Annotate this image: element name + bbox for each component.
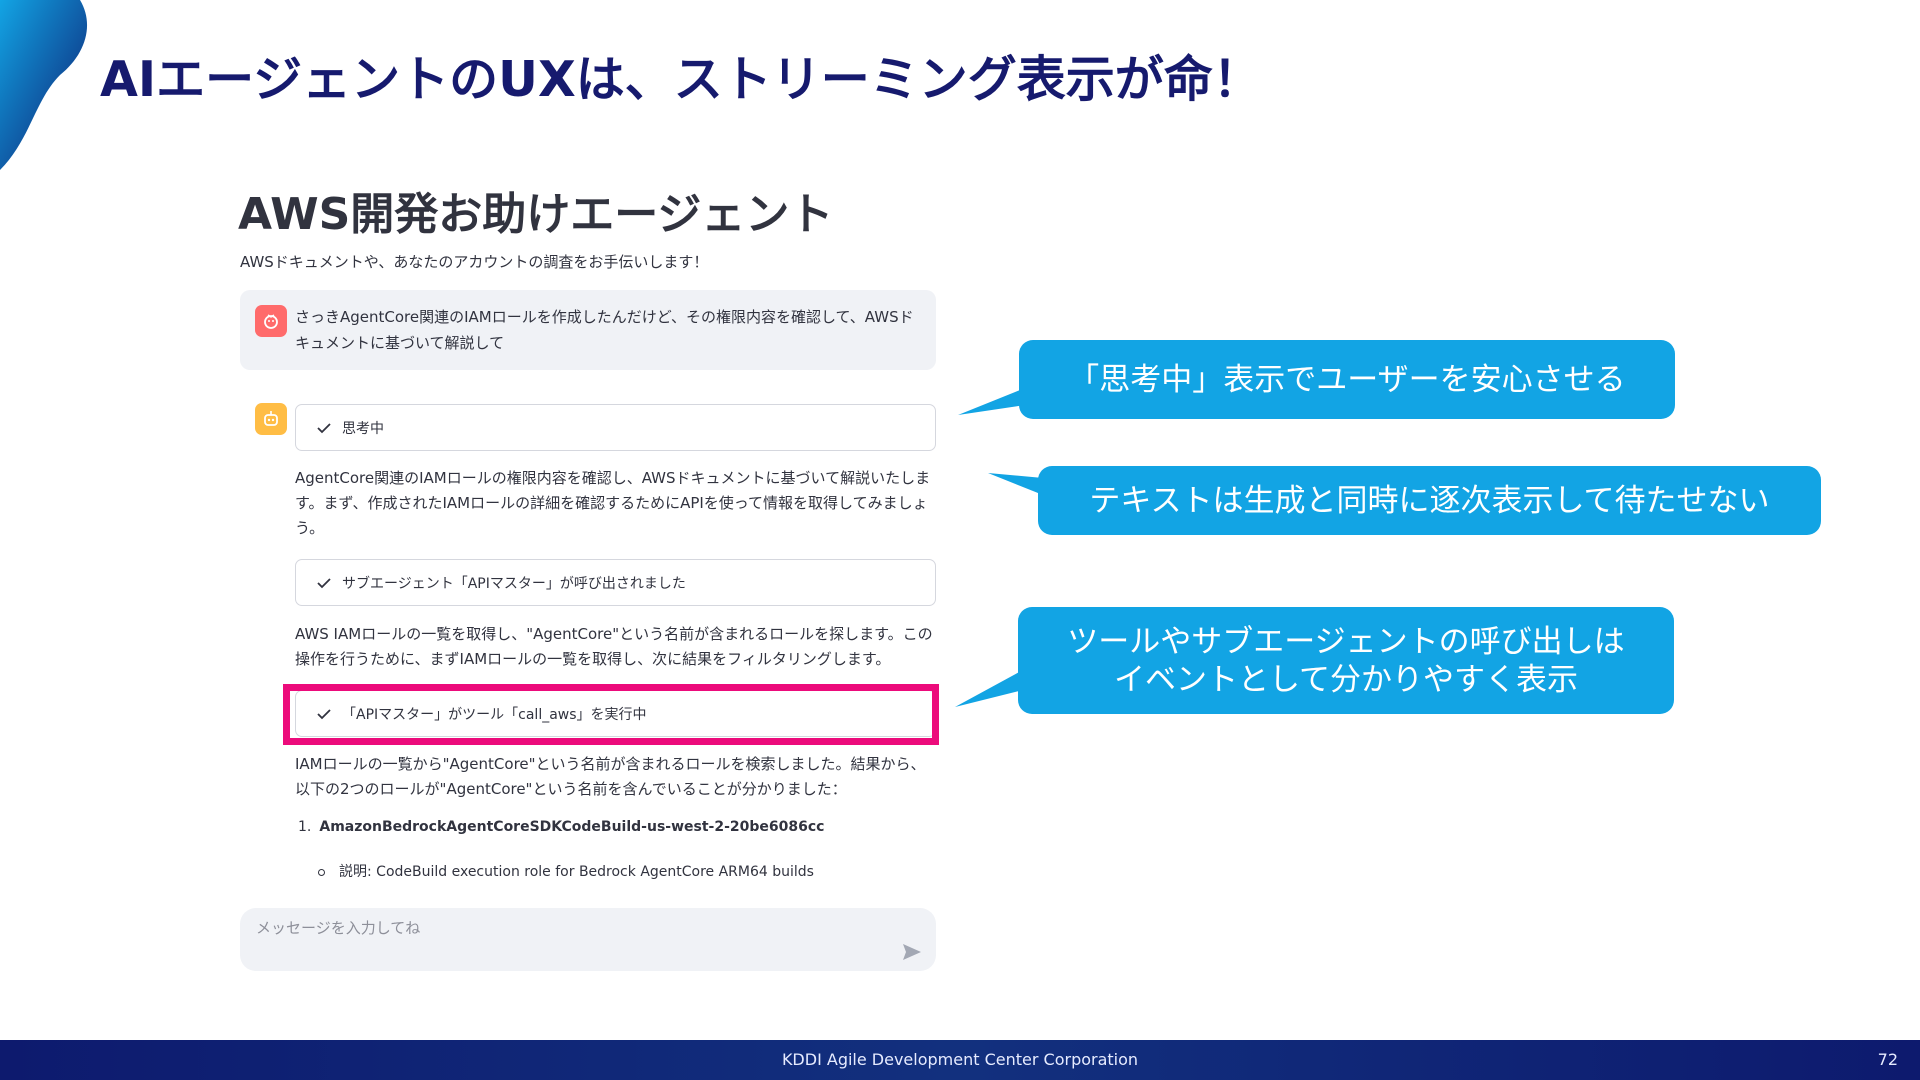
assistant-response-text: IAMロールの一覧から"AgentCore"という名前が含まれるロールを検索しま… xyxy=(295,755,926,798)
status-subagent[interactable]: サブエージェント「APIマスター」が呼び出されました xyxy=(295,559,936,606)
user-avatar-icon xyxy=(255,305,287,337)
callout-streaming: テキストは生成と同時に逐次表示して待たせない xyxy=(1038,466,1821,535)
app-title: AWS開発お助けエージェント xyxy=(238,189,834,240)
slide-title: AIエージェントのUXは、ストリーミング表示が命！ xyxy=(100,51,1262,108)
chat-input-placeholder: メッセージを入力してね xyxy=(256,919,421,937)
chat-input[interactable]: メッセージを入力してね xyxy=(240,908,936,971)
list-item: 1. AmazonBedrockAgentCoreSDKCodeBuild-us-… xyxy=(298,819,824,835)
callout-thinking-text: 「思考中」表示でユーザーを安心させる xyxy=(1068,361,1626,398)
user-message: さっきAgentCore関連のIAMロールを作成したんだけど、その権限内容を確認… xyxy=(240,290,936,370)
status-label: 思考中 xyxy=(342,420,384,437)
bullet-icon xyxy=(318,868,325,876)
callout-tools-line2: イベントとして分かりやすく表示 xyxy=(1113,661,1579,698)
send-icon[interactable] xyxy=(902,943,922,961)
callout-thinking: 「思考中」表示でユーザーを安心させる xyxy=(1019,340,1675,419)
list-number: 1. xyxy=(298,819,312,835)
footer-bar: KDDI Agile Development Center Corporatio… xyxy=(0,1040,1920,1080)
list-sub-item: 説明: CodeBuild execution role for Bedrock… xyxy=(318,861,814,881)
callout-streaming-text: テキストは生成と同時に逐次表示して待たせない xyxy=(1089,482,1770,519)
list-item-text: AmazonBedrockAgentCoreSDKCodeBuild-us-we… xyxy=(319,819,825,835)
corner-decoration xyxy=(0,0,88,170)
list-sub-item-text: 説明: CodeBuild execution role for Bedrock… xyxy=(339,864,814,880)
footer-company: KDDI Agile Development Center Corporatio… xyxy=(781,1050,1139,1069)
assistant-response-text: AgentCore関連のIAMロールの権限内容を確認し、AWSドキュメントに基づ… xyxy=(295,469,931,537)
user-message-text: さっきAgentCore関連のIAMロールを作成したんだけど、その権限内容を確認… xyxy=(295,308,914,352)
assistant-avatar-icon xyxy=(255,403,287,435)
callout-tools: ツールやサブエージェントの呼び出しは イベントとして分かりやすく表示 xyxy=(1018,607,1674,714)
highlight-frame xyxy=(283,684,939,745)
callout-tools-line1: ツールやサブエージェントの呼び出しは xyxy=(1067,623,1625,660)
app-subtitle: AWSドキュメントや、あなたのアカウントの調査をお手伝いします！ xyxy=(240,253,709,271)
page-number: 72 xyxy=(1877,1050,1898,1069)
status-thinking[interactable]: 思考中 xyxy=(295,404,936,451)
check-icon xyxy=(317,577,331,588)
assistant-response-text: AWS IAMロールの一覧を取得し、"AgentCore"という名前が含まれるロ… xyxy=(295,625,933,668)
check-icon xyxy=(317,422,331,433)
status-label: サブエージェント「APIマスター」が呼び出されました xyxy=(342,575,686,592)
